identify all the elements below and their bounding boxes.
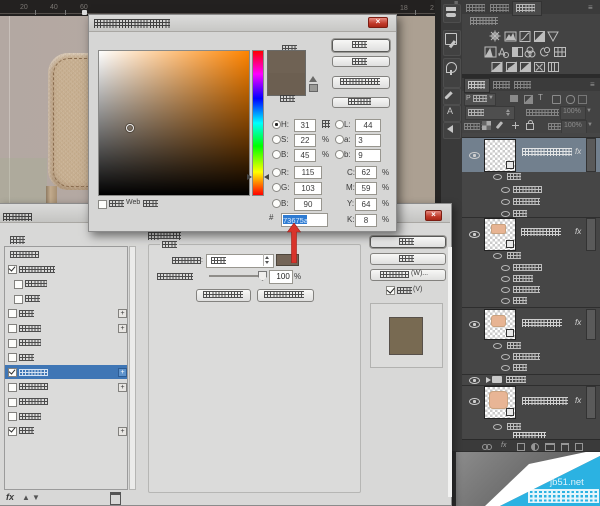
svg-text:jb51.net: jb51.net bbox=[549, 477, 584, 488]
